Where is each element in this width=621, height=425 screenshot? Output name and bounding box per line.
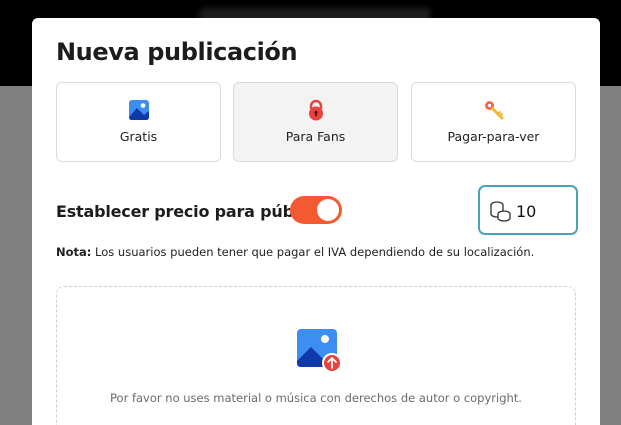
- public-price-label: Establecer precio para público: [56, 202, 325, 221]
- option-pay-per-view[interactable]: Pagar-para-ver: [411, 82, 576, 162]
- option-fans[interactable]: Para Fans: [233, 82, 398, 162]
- media-dropzone[interactable]: Por favor no uses material o música con …: [56, 286, 576, 425]
- vat-note-prefix: Nota:: [56, 245, 92, 259]
- vat-note: Nota: Los usuarios pueden tener que paga…: [56, 245, 534, 259]
- public-price-toggle[interactable]: [290, 196, 342, 224]
- toggle-knob: [317, 199, 339, 221]
- image-upload-icon: [297, 329, 342, 373]
- lock-icon: [308, 99, 323, 121]
- option-fans-label: Para Fans: [285, 129, 346, 144]
- vat-note-text: Los usuarios pueden tener que pagar el I…: [91, 245, 535, 259]
- new-post-modal: Nueva publicación Gratis Para Fans Pagar…: [32, 18, 600, 425]
- coins-icon: [490, 201, 511, 222]
- price-input[interactable]: [516, 199, 570, 223]
- option-pay-per-view-label: Pagar-para-ver: [447, 129, 540, 144]
- key-icon: [484, 101, 503, 120]
- modal-title: Nueva publicación: [56, 38, 298, 66]
- copyright-hint: Por favor no uses material o música con …: [110, 391, 522, 405]
- price-field[interactable]: [478, 185, 578, 235]
- image-icon: [128, 100, 149, 120]
- option-free-label: Gratis: [119, 129, 158, 144]
- option-free[interactable]: Gratis: [56, 82, 221, 162]
